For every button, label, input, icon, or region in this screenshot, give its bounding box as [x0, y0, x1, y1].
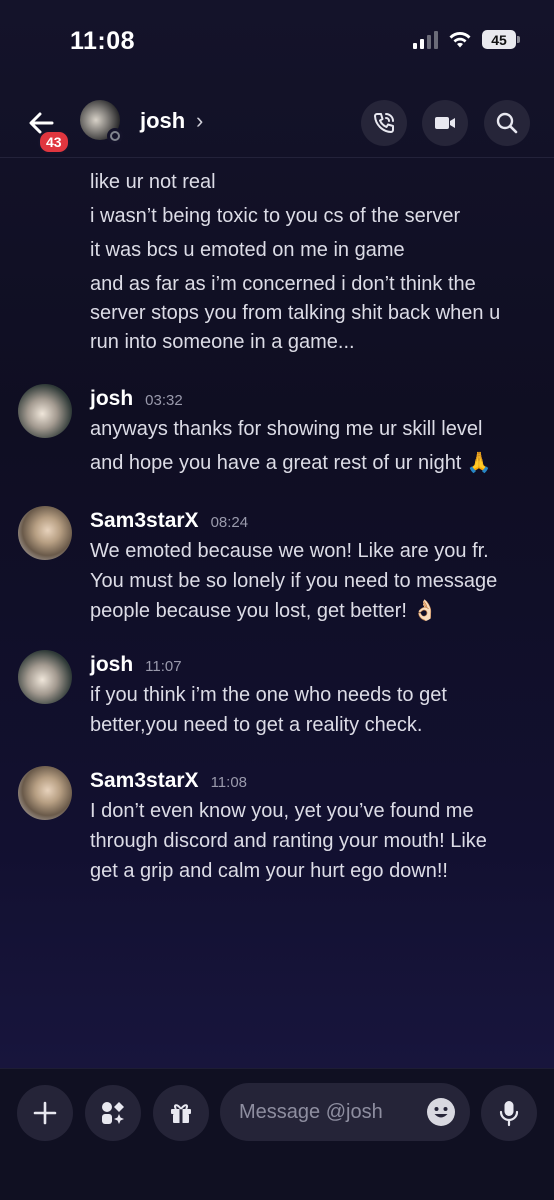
message-author[interactable]: josh 11:07 — [90, 653, 182, 677]
message-line: if you think i’m the one who needs to ge… — [90, 684, 447, 706]
gift-icon — [171, 1104, 191, 1123]
smiley-icon[interactable] — [426, 1097, 456, 1127]
status-time: 11:08 — [70, 27, 136, 55]
battery-icon: 45 — [482, 30, 520, 49]
phone-icon — [374, 113, 394, 133]
avatar[interactable] — [18, 650, 72, 704]
call-button[interactable] — [361, 100, 407, 146]
add-attachment-button[interactable] — [17, 1085, 73, 1141]
cellular-signal-icon — [413, 30, 438, 49]
message-line: through discord and ranting your mouth! … — [90, 830, 487, 852]
message-timestamp: 11:08 — [210, 774, 248, 791]
gift-button[interactable] — [153, 1085, 209, 1141]
video-camera-icon — [435, 117, 455, 129]
offline-status-icon — [107, 128, 123, 144]
message-line: I don’t even know you, yet you’ve found … — [90, 800, 474, 822]
message-timestamp: 03:32 — [145, 392, 183, 409]
microphone-icon — [499, 1101, 519, 1127]
dm-username[interactable]: josh — [140, 108, 185, 134]
message-line: i wasn’t being toxic to you cs of the se… — [90, 205, 461, 227]
message-line: better,you need to get a reality check. — [90, 714, 423, 736]
message-line: You must be so lonely if you need to mes… — [90, 570, 498, 592]
message-line: server stops you from talking shit back … — [90, 302, 501, 324]
message-line: like ur not real — [90, 171, 216, 193]
message-line: anyways thanks for showing me ur skill l… — [90, 418, 483, 440]
status-bar: 11:08 45 — [0, 0, 554, 80]
message-line: and hope you have a great rest of ur nig… — [90, 452, 492, 474]
message-line: run into someone in a game... — [90, 331, 355, 353]
apps-icon — [102, 1102, 124, 1124]
apps-button[interactable] — [85, 1085, 141, 1141]
message-line: it was bcs u emoted on me in game — [90, 239, 405, 261]
composer-bar: Message @josh — [0, 1068, 554, 1200]
message-author[interactable]: Sam3starX 08:24 — [90, 509, 248, 533]
battery-level: 45 — [491, 31, 507, 48]
avatar[interactable] — [18, 384, 72, 438]
message-author[interactable]: josh 03:32 — [90, 387, 183, 411]
message-timestamp: 08:24 — [210, 514, 249, 531]
wifi-icon — [449, 31, 471, 47]
dm-header: 43 josh › — [0, 88, 554, 158]
plus-icon — [33, 1101, 57, 1125]
chevron-right-icon[interactable]: › — [196, 108, 203, 134]
search-button[interactable] — [484, 100, 530, 146]
status-indicators: 45 — [413, 30, 520, 49]
message-timestamp: 11:07 — [145, 658, 182, 675]
message-line: We emoted because we won! Like are you f… — [90, 540, 489, 562]
message-line: and as far as i’m concerned i don’t thin… — [90, 273, 476, 295]
video-call-button[interactable] — [422, 100, 468, 146]
unread-badge: 43 — [38, 130, 70, 154]
message-line: people because you lost, get better! 👌🏻 — [90, 600, 438, 622]
avatar[interactable] — [18, 766, 72, 820]
avatar[interactable] — [18, 506, 72, 560]
message-author[interactable]: Sam3starX 11:08 — [90, 769, 247, 793]
message-input[interactable]: Message @josh — [220, 1083, 470, 1141]
search-icon — [496, 112, 518, 134]
message-input-placeholder: Message @josh — [239, 1101, 383, 1123]
message-line: get a grip and calm your hurt ego down!! — [90, 860, 448, 882]
voice-message-button[interactable] — [481, 1085, 537, 1141]
